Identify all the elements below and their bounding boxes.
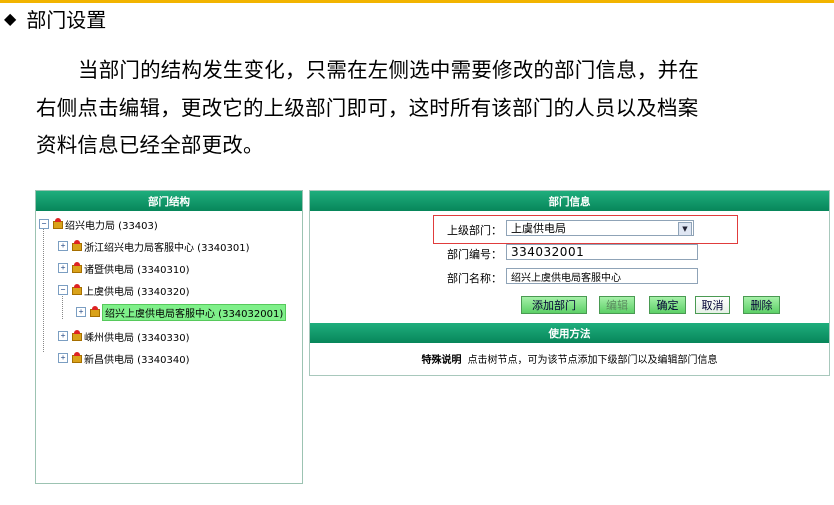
department-structure-panel: 部门结构 − 绍兴电力局 (33403) + 浙江绍兴电力局客服中心 (3340… (35, 190, 303, 484)
gift-folder-icon (89, 306, 101, 318)
department-code-label: 部门编号： (447, 248, 502, 261)
add-department-button[interactable]: 添加部门 (521, 296, 587, 314)
tree-node[interactable]: − 上虞供电局 (3340320) (58, 282, 190, 298)
gift-folder-icon (71, 330, 83, 342)
section-title: 部门设置 (26, 7, 107, 32)
gift-folder-icon (71, 240, 83, 252)
tree-node-label[interactable]: 诸暨供电局 (3340310) (84, 261, 190, 276)
department-structure-header: 部门结构 (36, 191, 302, 211)
tree-node[interactable]: + 新昌供电局 (3340340) (58, 350, 190, 366)
paragraph-line-3: 资料信息已经全部更改。 (36, 133, 264, 157)
tree-node-label[interactable]: 绍兴上虞供电局客服中心 (334032001) (102, 303, 287, 321)
diamond-bullet-icon: ◆ (4, 8, 17, 28)
tree-node[interactable]: + 浙江绍兴电力局客服中心 (3340301) (58, 238, 250, 254)
usage-note: 特殊说明 点击树节点，可为该节点添加下级部门以及编辑部门信息 (310, 351, 829, 366)
tree-node-label[interactable]: 新昌供电局 (3340340) (84, 351, 190, 366)
tree-node-selected[interactable]: + 绍兴上虞供电局客服中心 (334032001) (76, 303, 287, 321)
tree-toggle-icon[interactable]: − (39, 219, 49, 229)
tree-toggle-icon[interactable]: + (58, 353, 68, 363)
tree-node-label[interactable]: 嵊州供电局 (3340330) (84, 329, 190, 344)
usage-note-label: 特殊说明 (421, 355, 462, 366)
gift-folder-icon (71, 262, 83, 274)
paragraph-line-1: 当部门的结构发生变化，只需在左侧选中需要修改的部门信息，并在 (78, 58, 699, 82)
department-name-label: 部门名称： (447, 272, 502, 285)
dropdown-arrow-icon[interactable]: ▼ (678, 222, 692, 236)
tree-node-root[interactable]: − 绍兴电力局 (33403) (39, 216, 158, 232)
parent-department-label: 上级部门： (447, 224, 502, 237)
edit-button[interactable]: 编辑 (599, 296, 635, 314)
department-code-input[interactable]: 334032001 (506, 244, 698, 260)
tree-guide-line (43, 224, 44, 352)
tree-toggle-icon[interactable]: + (58, 331, 68, 341)
gift-folder-icon (71, 284, 83, 296)
department-tree: − 绍兴电力局 (33403) + 浙江绍兴电力局客服中心 (3340301) … (36, 211, 302, 481)
cancel-button[interactable]: 取消 (695, 296, 730, 314)
section-heading: ◆ 部门设置 (2, 6, 107, 32)
parent-department-select[interactable]: 上虞供电局 ▼ (506, 220, 694, 236)
tree-toggle-icon[interactable]: + (76, 307, 86, 317)
paragraph-line-2: 右侧点击编辑，更改它的上级部门即可，这时所有该部门的人员以及档案 (36, 95, 699, 120)
description-paragraph: 当部门的结构发生变化，只需在左侧选中需要修改的部门信息，并在 右侧点击编辑，更改… (36, 52, 826, 165)
tree-toggle-icon[interactable]: − (58, 285, 68, 295)
tree-toggle-icon[interactable]: + (58, 241, 68, 251)
gift-folder-icon (71, 352, 83, 364)
tree-node-label[interactable]: 上虞供电局 (3340320) (84, 283, 190, 298)
confirm-button[interactable]: 确定 (649, 296, 686, 314)
top-rule (0, 0, 834, 3)
usage-note-text: 点击树节点，可为该节点添加下级部门以及编辑部门信息 (467, 355, 718, 366)
tree-node-label[interactable]: 浙江绍兴电力局客服中心 (3340301) (84, 239, 250, 254)
tree-node[interactable]: + 嵊州供电局 (3340330) (58, 328, 190, 344)
tree-node-label[interactable]: 绍兴电力局 (33403) (65, 217, 158, 232)
delete-button[interactable]: 删除 (743, 296, 780, 314)
tree-node[interactable]: + 诸暨供电局 (3340310) (58, 260, 190, 276)
department-name-input[interactable]: 绍兴上虞供电局客服中心 (506, 268, 698, 284)
department-info-header: 部门信息 (310, 191, 829, 211)
gift-folder-icon (52, 218, 64, 230)
parent-department-value: 上虞供电局 (511, 222, 566, 235)
usage-header: 使用方法 (310, 323, 829, 343)
tree-toggle-icon[interactable]: + (58, 263, 68, 273)
